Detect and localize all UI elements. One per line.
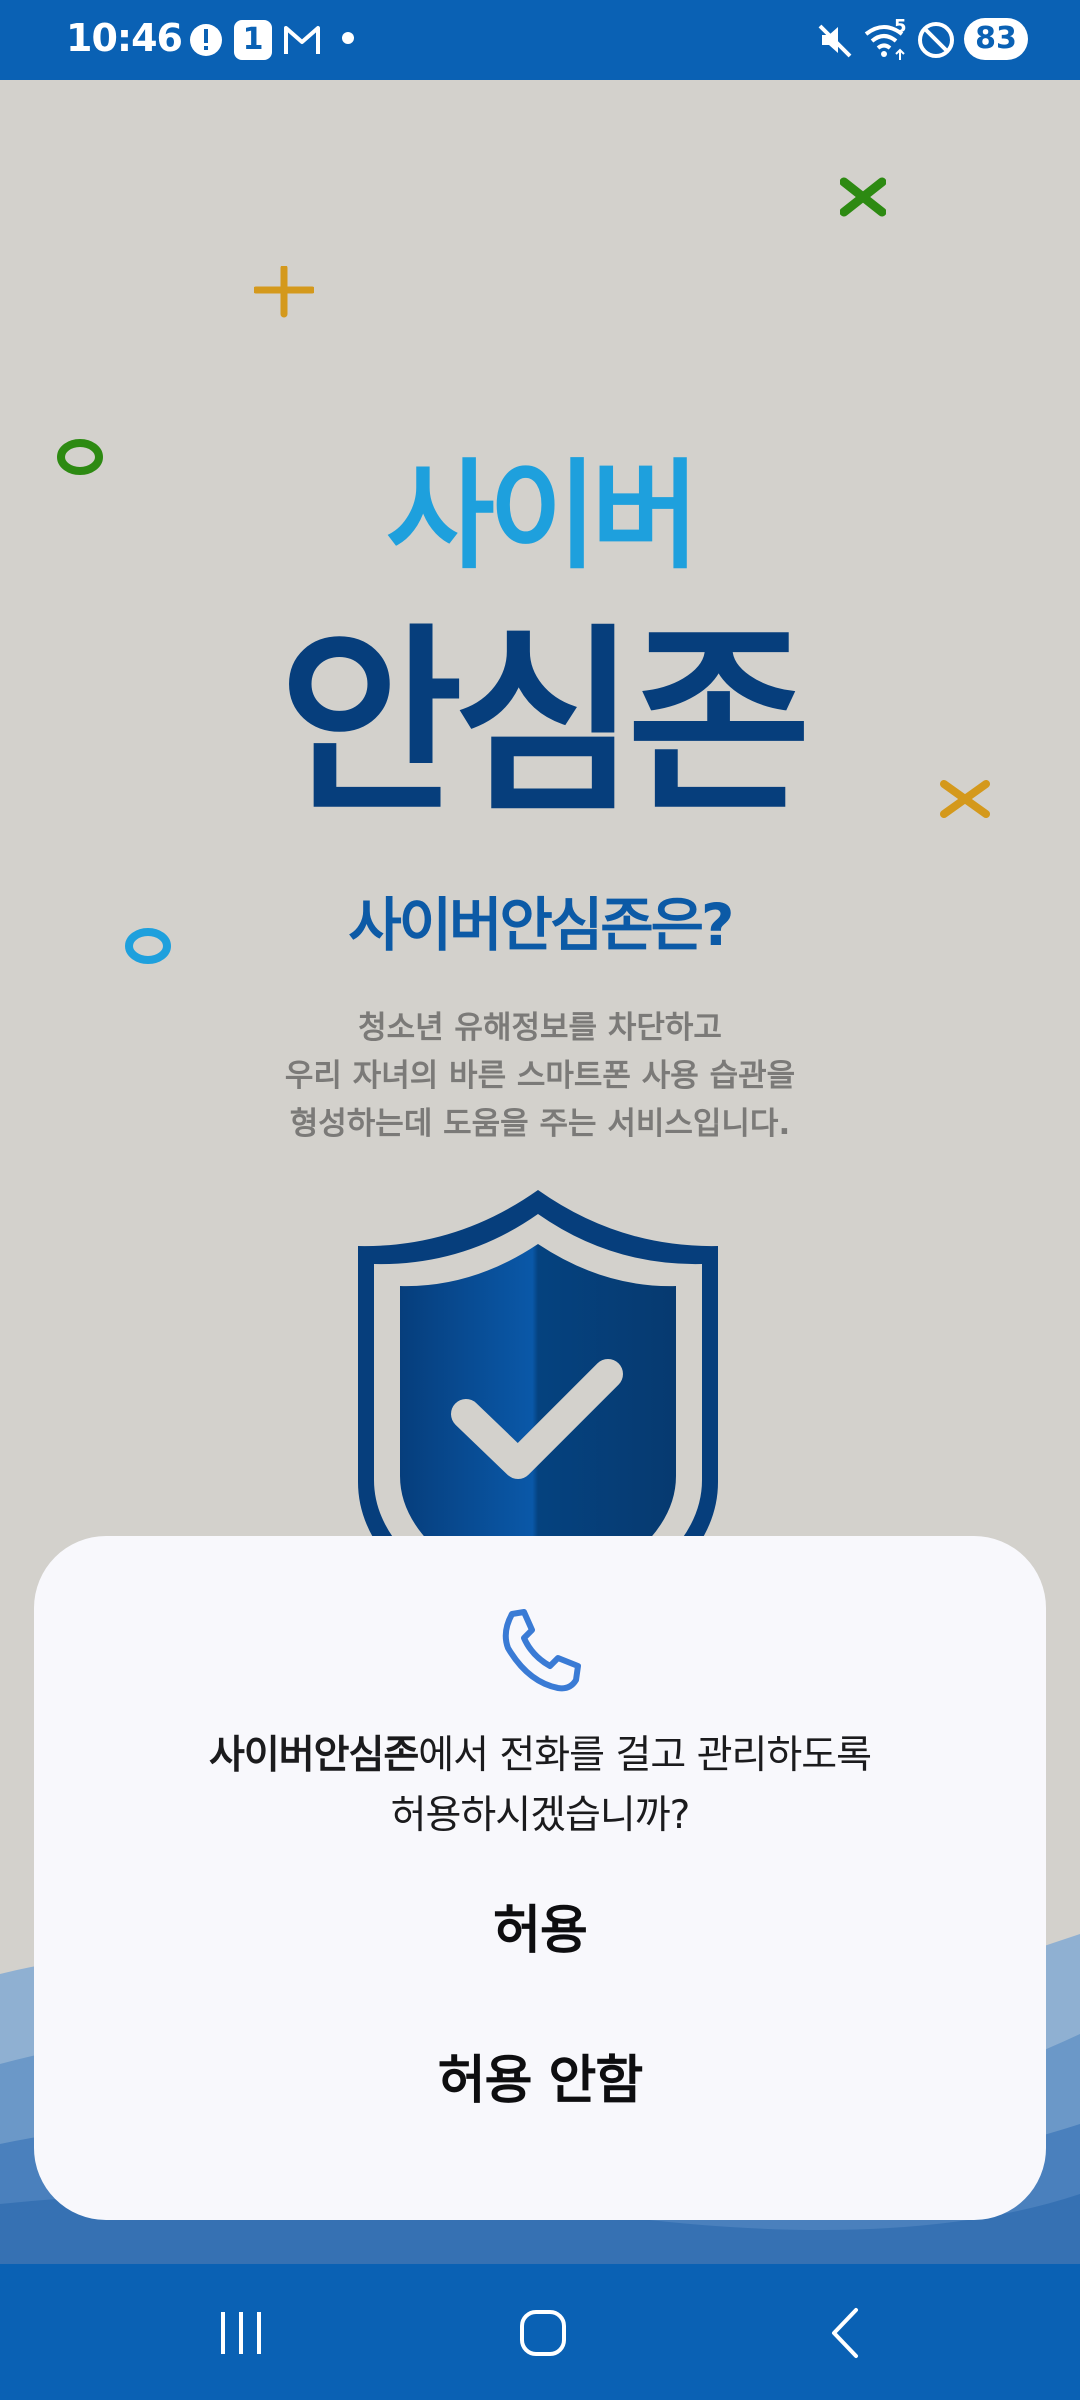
navigation-bar [0,2264,1080,2400]
mute-icon [818,24,852,58]
wifi-label: 5 [894,16,907,37]
allow-button[interactable]: 허용 [154,1876,926,1986]
plus-deco-icon [254,266,314,318]
phone-icon [502,1609,581,1692]
description-line: 청소년 유해정보를 차단하고 [358,1010,722,1046]
dialog-message: 사이버안심존에서 전화를 걸고 관리하도록 허용하시겠습니까? [74,1726,1006,1846]
status-time: 10:46 [66,16,183,60]
status-bar: 10:46 1 5 83 [0,0,1080,80]
permission-dialog: 사이버안심존에서 전화를 걸고 관리하도록 허용하시겠습니까? 허용 허용 안함 [34,1536,1046,2220]
section-heading: 사이버안심존은? [348,891,734,959]
dot-icon [342,32,354,44]
dialog-message-text: 에서 전화를 걸고 관리하도록 [418,1733,872,1778]
cross-deco-icon [840,177,886,217]
gmail-icon [284,26,320,54]
service-description: 청소년 유해정보를 차단하고 우리 자녀의 바른 스마트폰 사용 습관을 형성하… [0,1004,1080,1148]
deny-button[interactable]: 허용 안함 [154,2026,926,2136]
battery-indicator: 83 [964,18,1028,60]
recents-icon[interactable] [206,2298,276,2368]
description-line: 우리 자녀의 바른 스마트폰 사용 습관을 [284,1058,796,1094]
dnd-icon [918,22,954,58]
description-line: 형성하는데 도움을 주는 서비스입니다. [289,1106,791,1142]
back-icon[interactable] [812,2298,882,2368]
home-icon[interactable] [508,2298,578,2368]
notification-badge: 1 [234,20,272,60]
dialog-app-name: 사이버안심존 [208,1733,419,1778]
dialog-message-line2: 허용하시겠습니까? [390,1793,691,1838]
logo-title-main: 안심존 [278,607,811,840]
alert-icon [190,24,222,56]
